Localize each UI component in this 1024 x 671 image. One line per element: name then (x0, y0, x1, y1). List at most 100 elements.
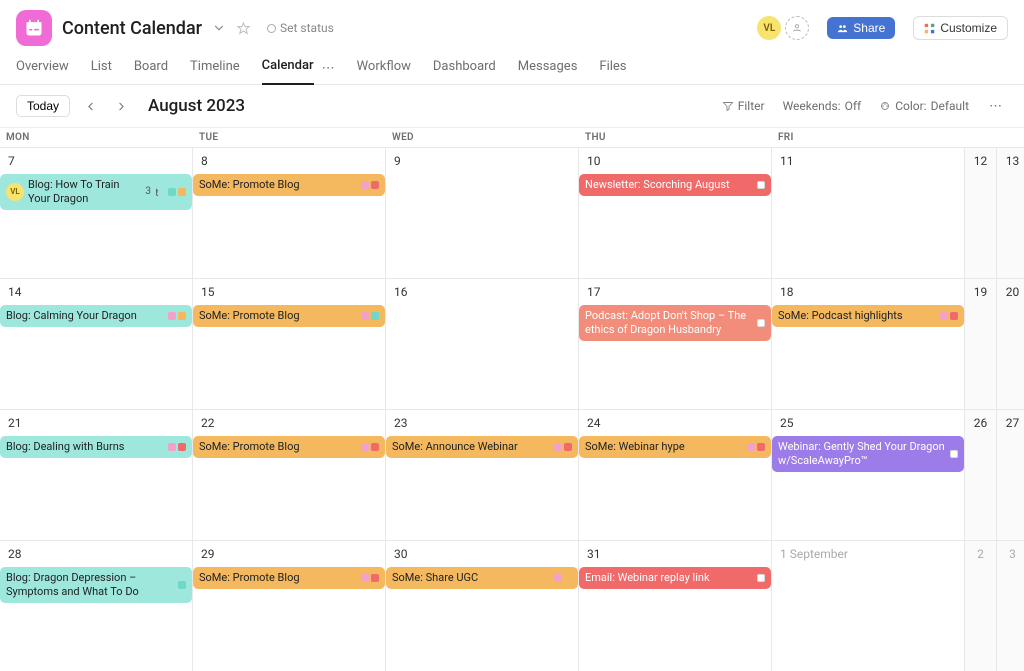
star-icon[interactable] (236, 21, 251, 36)
event-card[interactable]: SoMe: Promote Blog (193, 567, 385, 589)
customize-button[interactable]: Customize (913, 16, 1008, 40)
tag-dot (747, 443, 755, 451)
tag-dot (361, 443, 369, 451)
calendar-cell[interactable]: 15SoMe: Promote Blog (193, 278, 386, 409)
calendar-cell[interactable]: 20 (997, 278, 1024, 409)
day-number: 23 (390, 414, 574, 436)
filter-button[interactable]: Filter (718, 97, 769, 115)
event-card[interactable]: SoMe: Promote Blog (193, 436, 385, 458)
event-card[interactable]: SoMe: Share UGC (386, 567, 578, 589)
day-number: 14 (4, 283, 188, 305)
calendar-cell[interactable]: 3 (997, 540, 1024, 671)
calendar-cell[interactable]: 1 September (772, 540, 965, 671)
day-number: 11 (776, 152, 960, 174)
calendar-cell[interactable]: 2 (965, 540, 997, 671)
calendar-cell[interactable]: 26 (965, 409, 997, 540)
event-card[interactable]: SoMe: Podcast highlights (772, 305, 964, 327)
tab-messages[interactable]: Messages (518, 53, 578, 84)
calendar-cell[interactable]: 16 (386, 278, 579, 409)
prev-month-button[interactable] (80, 98, 101, 115)
calendar-cell[interactable]: 28Blog: Dragon Depression – Symptoms and… (0, 540, 193, 671)
calendar-cell[interactable]: 23 SoMe: Announce Webinar (386, 409, 579, 540)
event-card[interactable]: VLBlog: How To Train Your Dragon3 (0, 174, 192, 210)
calendar-cell[interactable]: 8 SoMe: Promote Blog (193, 147, 386, 278)
day-number: 20 (1001, 283, 1024, 299)
tag-dot (564, 443, 572, 451)
tab-workflow[interactable]: Workflow (357, 53, 411, 84)
tab-calendar[interactable]: Calendar (262, 52, 314, 85)
calendar-cell[interactable]: 11 (772, 147, 965, 278)
tag-dot (371, 443, 379, 451)
tab-more-icon[interactable]: ⋯ (322, 61, 335, 76)
event-title: Blog: Calming Your Dragon (6, 309, 164, 323)
event-card[interactable]: Webinar: Gently Shed Your Dragon w/Scale… (772, 436, 964, 472)
calendar-cell[interactable]: 25Webinar: Gently Shed Your Dragon w/Sca… (772, 409, 965, 540)
tab-overview[interactable]: Overview (16, 53, 69, 84)
day-number: 8 (197, 152, 381, 174)
event-card[interactable]: Newsletter: Scorching August (579, 174, 771, 196)
calendar-cell[interactable]: 27 (997, 409, 1024, 540)
event-card[interactable]: Podcast: Adopt Don't Shop – The ethics o… (579, 305, 771, 341)
day-number: 28 (4, 545, 188, 567)
event-title: SoMe: Promote Blog (199, 309, 357, 323)
add-member-button[interactable] (785, 16, 809, 40)
tab-dashboard[interactable]: Dashboard (433, 53, 496, 84)
event-title: SoMe: Promote Blog (199, 440, 357, 454)
tag-dot (554, 443, 562, 451)
project-title[interactable]: Content Calendar (62, 18, 202, 39)
event-title: Email: Webinar replay link (585, 571, 753, 585)
calendar-cell[interactable]: 19 (965, 278, 997, 409)
view-tabs: Overview List Board Timeline Calendar ⋯ Workfl… (0, 52, 1024, 85)
event-title: Newsletter: Scorching August (585, 178, 753, 192)
calendar-cell[interactable]: 22SoMe: Promote Blog (193, 409, 386, 540)
calendar-cell[interactable]: 10Newsletter: Scorching August (579, 147, 772, 278)
calendar-cell[interactable]: 13 (997, 147, 1024, 278)
calendar-cell[interactable]: 24SoMe: Webinar hype (579, 409, 772, 540)
tab-timeline[interactable]: Timeline (190, 53, 240, 84)
calendar-toolbar: Today August 2023 Filter Weekends: Off C… (0, 85, 1024, 127)
event-card[interactable]: SoMe: Announce Webinar (386, 436, 578, 458)
calendar-cell[interactable]: 21Blog: Dealing with Burns (0, 409, 193, 540)
set-status-button[interactable]: Set status (267, 21, 334, 35)
calendar-cell[interactable]: 17Podcast: Adopt Don't Shop – The ethics… (579, 278, 772, 409)
day-number: 17 (583, 283, 767, 305)
tab-board[interactable]: Board (134, 53, 168, 84)
month-label[interactable]: August 2023 (148, 96, 245, 116)
event-title: SoMe: Promote Blog (199, 178, 357, 192)
more-menu-icon[interactable]: ⋯ (983, 97, 1008, 116)
tag-dot (178, 443, 186, 451)
event-card[interactable]: SoMe: Promote Blog (193, 305, 385, 327)
tag-dot (168, 443, 176, 451)
color-menu[interactable]: Color: Default (875, 97, 973, 115)
tag-dot (554, 574, 562, 582)
event-card[interactable]: Blog: Dealing with Burns (0, 436, 192, 458)
event-title: SoMe: Announce Webinar (392, 440, 550, 454)
today-button[interactable]: Today (16, 95, 70, 117)
calendar-cell[interactable]: 12 (965, 147, 997, 278)
event-card[interactable]: SoMe: Promote Blog (193, 174, 385, 196)
calendar-cell[interactable]: 31Email: Webinar replay link (579, 540, 772, 671)
calendar-cell[interactable]: 9 (386, 147, 579, 278)
tab-list[interactable]: List (91, 53, 112, 84)
tag-dot (757, 574, 765, 582)
weekday-header: TUE (193, 128, 386, 147)
calendar-cell[interactable]: 29SoMe: Promote Blog (193, 540, 386, 671)
event-tags (757, 181, 765, 189)
weekends-toggle[interactable]: Weekends: Off (779, 97, 866, 115)
project-menu-chevron-icon[interactable] (212, 21, 226, 35)
day-number: 13 (1001, 152, 1024, 168)
event-card[interactable]: SoMe: Webinar hype (579, 436, 771, 458)
calendar-cell[interactable]: 30SoMe: Share UGC (386, 540, 579, 671)
calendar-cell[interactable]: 7VLBlog: How To Train Your Dragon3 (0, 147, 193, 278)
calendar-cell[interactable]: 14 Blog: Calming Your Dragon (0, 278, 193, 409)
event-card[interactable]: Blog: Calming Your Dragon (0, 305, 192, 327)
tag-dot (361, 574, 369, 582)
calendar-cell[interactable]: 18SoMe: Podcast highlights (772, 278, 965, 409)
day-number: 30 (390, 545, 574, 567)
user-avatar[interactable]: VL (757, 16, 781, 40)
event-card[interactable]: Email: Webinar replay link (579, 567, 771, 589)
share-button[interactable]: Share (827, 17, 895, 39)
event-card[interactable]: Blog: Dragon Depression – Symptoms and W… (0, 567, 192, 603)
tab-files[interactable]: Files (599, 53, 626, 84)
next-month-button[interactable] (111, 98, 132, 115)
